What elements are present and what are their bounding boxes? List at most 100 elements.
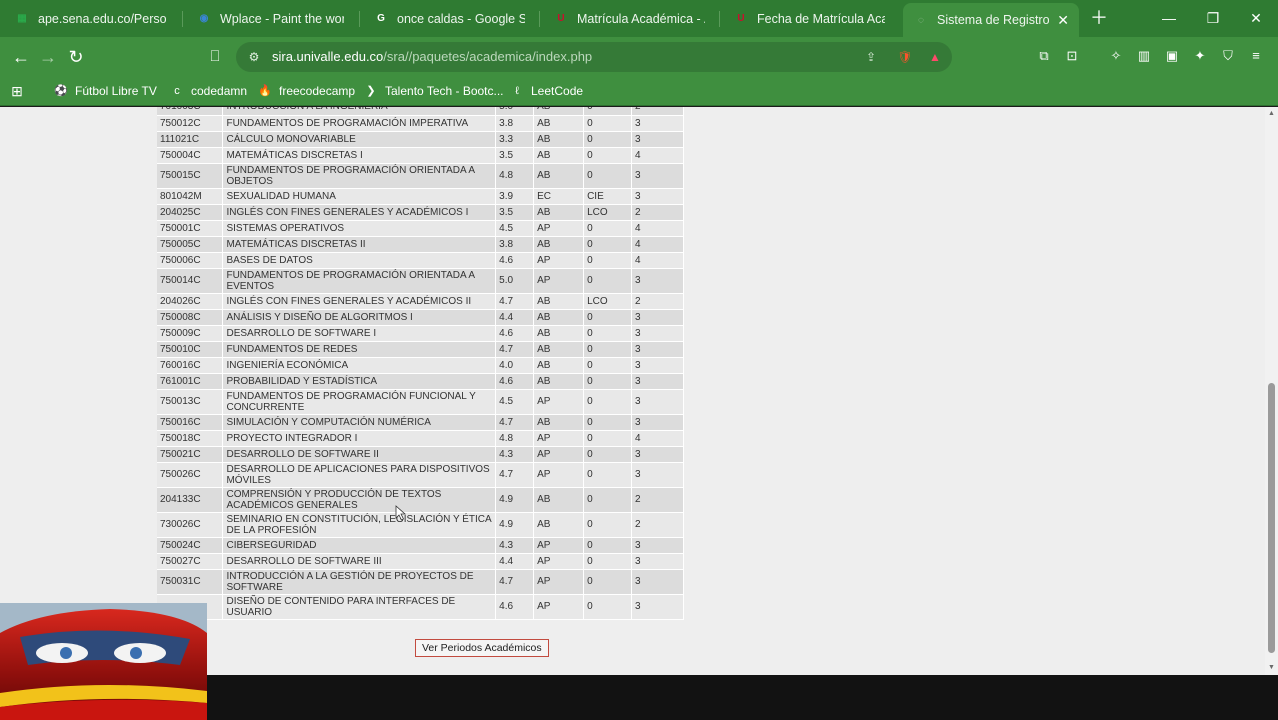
course-validation: CIE [583, 188, 633, 205]
share-icon[interactable]: ⇪ [862, 49, 880, 65]
course-type: AP [533, 220, 585, 237]
course-validation: 0 [583, 569, 633, 595]
course-grade: 4.7 [495, 414, 535, 431]
course-code: 801042M [157, 188, 224, 205]
course-credits: 3 [631, 268, 684, 294]
reload-icon[interactable]: ↻ [65, 46, 87, 68]
tab-2[interactable]: Gonce caldas - Google Sear [363, 4, 535, 33]
course-name: MATEMÁTICAS DISCRETAS I [222, 147, 497, 164]
course-name: FUNDAMENTOS DE PROGRAMACIÓN IMPERATIVA [222, 115, 497, 132]
bookmark-item[interactable]: ℓ LeetCode [510, 82, 583, 100]
tab-title: once caldas - Google Sear [397, 11, 525, 26]
bookmark-item[interactable]: 🔥 freecodecamp [258, 82, 355, 100]
course-name: INGLÉS CON FINES GENERALES Y ACADÉMICOS … [222, 293, 497, 310]
course-name: DESARROLLO DE APLICACIONES PARA DISPOSIT… [222, 462, 497, 488]
course-name: PROYECTO INTEGRADOR I [222, 430, 497, 447]
course-type: AB [533, 341, 585, 358]
course-credits: 3 [631, 325, 684, 342]
course-code: 750004C [157, 147, 224, 164]
course-code: 750027C [157, 553, 224, 570]
extensions-icon[interactable]: ⧉ [1035, 47, 1053, 65]
table-row: 204133C COMPRENSIÓN Y PRODUCCIÓN DE TEXTO… [157, 487, 684, 513]
course-credits: 2 [631, 512, 684, 538]
browser-window: ▦ ape.sena.edu.co/Personas/ ◉ Wplace - Pain… [0, 0, 1278, 720]
tab-4[interactable]: U Fecha de Matrícula Acadé [723, 4, 895, 33]
scrollbar-thumb[interactable] [1268, 383, 1275, 653]
brave-rewards-icon[interactable]: ▲ [926, 49, 944, 65]
course-code: 204025C [157, 204, 224, 221]
course-validation: 0 [583, 487, 633, 513]
bookmark-icon[interactable]: ⎕ [204, 46, 226, 68]
course-grade: 4.6 [495, 325, 535, 342]
course-code: 204133C [157, 487, 224, 513]
tab-0[interactable]: ▦ ape.sena.edu.co/Personas/ [4, 4, 176, 33]
globe-icon: ◉ [199, 13, 209, 24]
forward-arrow-icon[interactable]: → [37, 46, 59, 68]
bookmark-item[interactable]: c codedamn [170, 82, 247, 100]
course-credits: 2 [631, 204, 684, 221]
course-validation: 0 [583, 389, 633, 415]
tab-3[interactable]: U Matrícula Académica - Áre [543, 4, 715, 33]
tab-title: Matrícula Académica - Áre [577, 11, 705, 26]
sidebar-icon[interactable]: ▥ [1135, 47, 1153, 65]
scroll-down-icon[interactable]: ▼ [1267, 663, 1276, 672]
course-validation: 0 [583, 341, 633, 358]
ai-icon[interactable]: ✦ [1191, 47, 1209, 65]
course-validation: 0 [583, 309, 633, 326]
table-row: 750014C FUNDAMENTOS DE PROGRAMACIÓN ORIEN… [157, 268, 684, 294]
leo-icon[interactable]: ✧ [1107, 47, 1125, 65]
course-type: AB [533, 414, 585, 431]
apps-grid-icon[interactable]: ⊞ [10, 82, 31, 100]
course-code: 750026C [157, 462, 224, 488]
page-scrollbar[interactable]: ▲ ▼ [1265, 107, 1278, 675]
course-name: BASES DE DATOS [222, 252, 497, 269]
restore-icon[interactable]: ❐ [1202, 7, 1224, 29]
site-info-icon[interactable]: ⚙ [246, 49, 262, 65]
course-type: AB [533, 204, 585, 221]
course-credits: 3 [631, 594, 684, 620]
course-credits: 3 [631, 446, 684, 463]
course-name: INTRODUCCIÓN A LA GESTIÓN DE PROYECTOS D… [222, 569, 497, 595]
new-tab-button[interactable]: ＋ [1088, 7, 1110, 29]
course-type: AP [533, 462, 585, 488]
tab-5[interactable]: ◌ Sistema de Registro A ✕ [903, 3, 1079, 37]
vpn-icon[interactable]: ⛉ [1219, 47, 1237, 65]
course-code: 750021C [157, 446, 224, 463]
close-window-icon[interactable]: ✕ [1245, 7, 1267, 29]
course-code: 750015C [157, 163, 224, 189]
course-name: SEXUALIDAD HUMANA [222, 188, 497, 205]
sena-icon: ▦ [17, 13, 27, 24]
course-grade: 3.8 [495, 236, 535, 253]
tab-1[interactable]: ◉ Wplace - Paint the world [186, 4, 354, 33]
scroll-up-icon[interactable]: ▲ [1267, 109, 1276, 118]
address-bar[interactable]: ⚙ sira.univalle.edu.co/sra//paquetes/aca… [236, 42, 952, 72]
wallet-icon[interactable]: ▣ [1163, 47, 1181, 65]
close-tab-icon[interactable]: ✕ [1057, 12, 1069, 29]
course-validation: 0 [583, 594, 633, 620]
minimize-icon[interactable]: — [1158, 7, 1180, 29]
table-row: 761001C PROBABILIDAD Y ESTADÍSTICA 4.6 AB 0 3 [157, 373, 684, 390]
table-row: 204026C INGLÉS CON FINES GENERALES Y ACAD… [157, 293, 684, 310]
table-row: 111021C CÁLCULO MONOVARIABLE 3.3 AB 0 3 [157, 131, 684, 148]
course-validation: 0 [583, 325, 633, 342]
table-row: 750005C MATEMÁTICAS DISCRETAS II 3.8 AB 0 4 [157, 236, 684, 253]
course-code: 750005C [157, 236, 224, 253]
course-name: SISTEMAS OPERATIVOS [222, 220, 497, 237]
bookmark-item[interactable]: ❯ Talento Tech - Bootc... [364, 82, 503, 100]
back-arrow-icon[interactable]: ← [10, 46, 32, 68]
bookmark-item[interactable]: ⚽ Fútbol Libre TV [54, 82, 157, 100]
table-row: DISEÑO DE CONTENIDO PARA INTERFACES DE U… [157, 594, 684, 620]
view-academic-periods-button[interactable]: Ver Periodos Académicos [415, 639, 549, 657]
table-row: 750008C ANÁLISIS Y DISEÑO DE ALGORITMOS I… [157, 309, 684, 326]
page-viewport: 701003CINTRODUCCIÓN A LA INGENIERÍA5.0AB… [0, 107, 1265, 675]
freecodecamp-icon: 🔥 [258, 85, 272, 97]
brave-shields-icon[interactable]: 🛡 [896, 49, 914, 65]
menu-icon[interactable]: ≡ [1247, 47, 1265, 65]
bookmark-label: LeetCode [531, 84, 584, 98]
course-name: DESARROLLO DE SOFTWARE II [222, 446, 497, 463]
course-validation: 0 [583, 357, 633, 374]
table-row: 750001C SISTEMAS OPERATIVOS 4.5 AP 0 4 [157, 220, 684, 237]
course-credits: 3 [631, 373, 684, 390]
screenshot-icon[interactable]: ⊡ [1063, 47, 1081, 65]
course-name: INGLÉS CON FINES GENERALES Y ACADÉMICOS … [222, 204, 497, 221]
